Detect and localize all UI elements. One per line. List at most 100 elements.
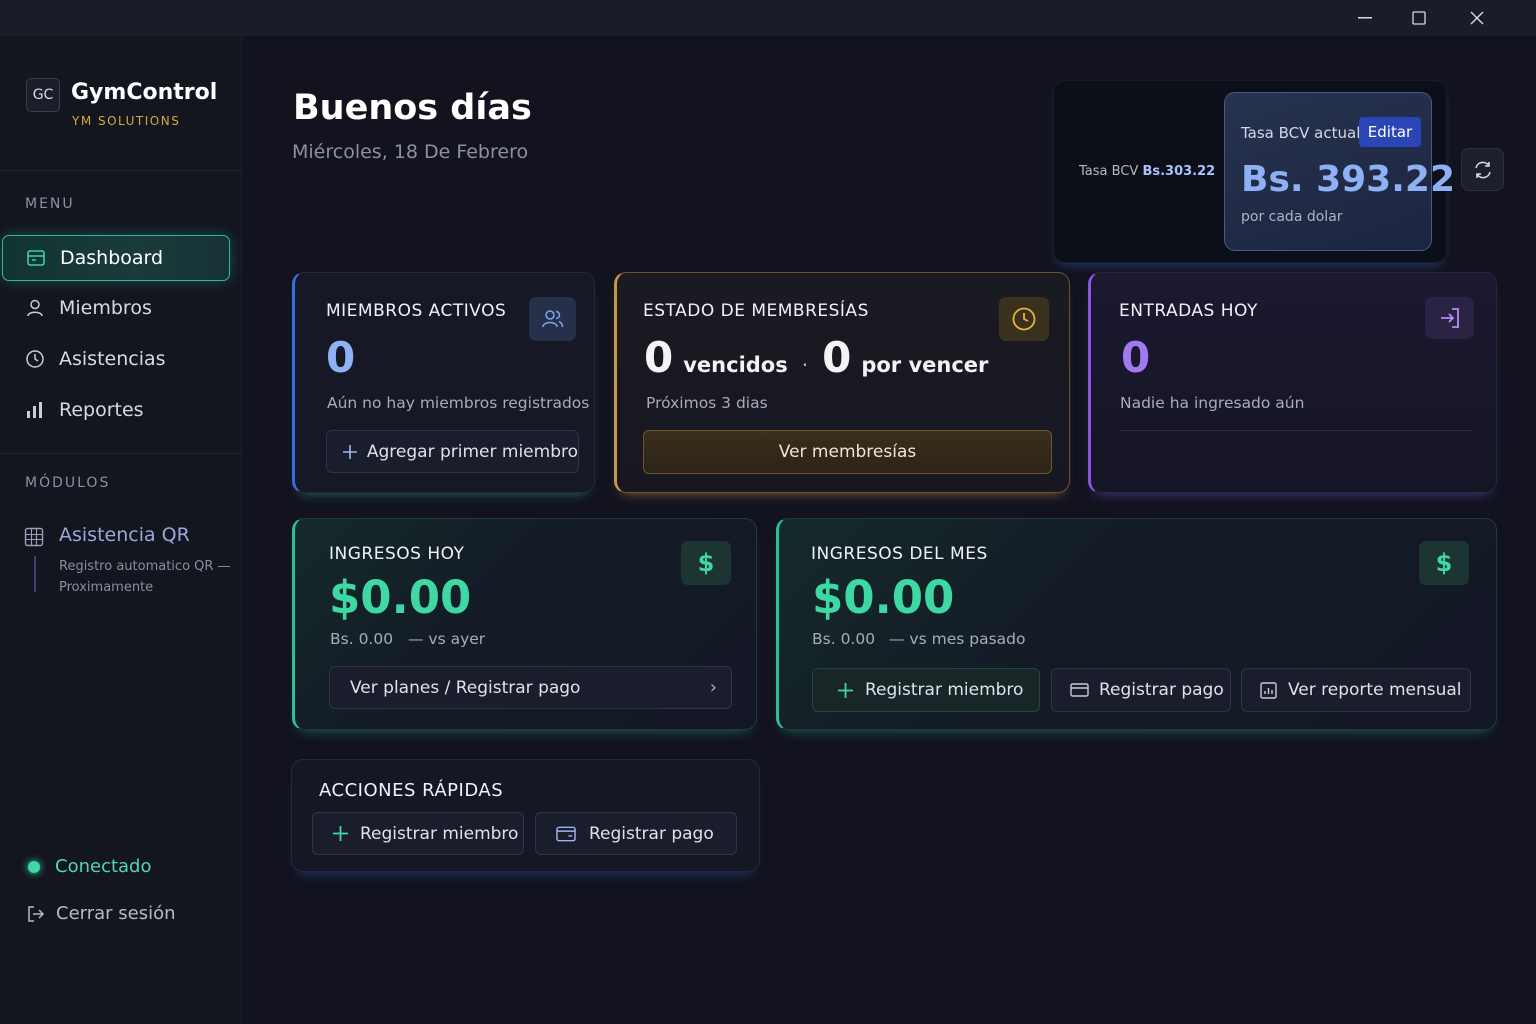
refresh-rate-button[interactable] <box>1461 148 1504 191</box>
sidebar-item-label: Dashboard <box>60 247 164 269</box>
company-name: YM SOLUTIONS <box>72 114 181 128</box>
expiring-label: por vencer <box>861 353 989 377</box>
sidebar-item-label: Miembros <box>59 297 152 319</box>
membership-status-card: ESTADO DE MEMBRESÍAS 0 vencidos · 0 por … <box>614 272 1070 493</box>
users-icon <box>529 297 576 341</box>
view-memberships-button[interactable]: Ver membresías <box>643 430 1052 474</box>
separator-dot: · <box>801 353 809 377</box>
button-label: Ver planes / Registrar pago <box>350 677 581 698</box>
rate-summary-value: Bs.303.22 <box>1142 164 1216 179</box>
module-accent-bar <box>34 556 36 592</box>
rate-summary-label: Tasa BCV <box>1079 164 1139 179</box>
card-title: ACCIONES RÁPIDAS <box>319 780 504 801</box>
view-monthly-report-button[interactable]: Ver reporte mensual <box>1241 668 1471 712</box>
button-label: Registrar miembro <box>360 823 519 844</box>
income-today-bs: Bs. 0.00 <box>330 630 394 648</box>
status-dot-icon <box>28 860 40 873</box>
card-subtitle: Próximos 3 dias <box>646 394 768 412</box>
close-button[interactable] <box>1448 0 1506 36</box>
income-month-value: $0.00 <box>812 571 955 624</box>
bar-chart-icon <box>24 399 46 421</box>
card-title: ESTADO DE MEMBRESÍAS <box>643 301 869 321</box>
credit-card-icon <box>1069 680 1089 700</box>
report-icon <box>1258 680 1278 700</box>
module-title: Asistencia QR <box>59 524 190 546</box>
user-icon <box>24 297 46 319</box>
button-label: Registrar pago <box>1099 680 1224 700</box>
sidebar-item-label: Asistencias <box>59 348 166 370</box>
expiring-count: 0 <box>822 333 852 382</box>
sidebar: GC GymControl YM SOLUTIONS MENU Dashboar… <box>0 36 242 1024</box>
minimize-icon <box>1358 17 1372 19</box>
entries-count: 0 <box>1121 333 1151 382</box>
button-label: Agregar primer miembro <box>366 441 578 462</box>
logout-label: Cerrar sesión <box>56 903 176 924</box>
register-payment-button[interactable]: Registrar pago <box>1051 668 1231 712</box>
modules-section-label: MÓDULOS <box>25 475 111 491</box>
active-members-card: MIEMBROS ACTIVOS 0 Aún no hay miembros r… <box>292 272 595 493</box>
logout-button[interactable]: Cerrar sesión <box>26 903 176 924</box>
logout-icon <box>26 904 46 924</box>
sidebar-item-label: Reportes <box>59 399 144 421</box>
plus-icon <box>341 442 359 462</box>
income-month-compare: — vs mes pasado <box>889 630 1026 648</box>
wallet-icon <box>556 824 576 844</box>
sidebar-item-reportes[interactable]: Reportes <box>2 387 230 433</box>
quick-actions-card: ACCIONES RÁPIDAS Registrar miembro Regis… <box>291 759 760 872</box>
connection-status: Conectado <box>28 856 152 877</box>
sidebar-item-asistencias[interactable]: Asistencias <box>2 336 230 382</box>
add-first-member-button[interactable]: Agregar primer miembro <box>326 430 579 473</box>
logo-badge: GC <box>26 78 60 112</box>
card-title: MIEMBROS ACTIVOS <box>326 301 507 321</box>
register-member-button[interactable]: Registrar miembro <box>812 668 1040 712</box>
income-month-bs: Bs. 0.00 <box>812 630 876 648</box>
button-label: Ver reporte mensual <box>1288 680 1462 700</box>
card-subtitle: Aún no hay miembros registrados <box>327 394 590 412</box>
active-members-count: 0 <box>326 333 356 382</box>
card-title: INGRESOS HOY <box>329 544 465 564</box>
chevron-right-icon: › <box>709 677 717 698</box>
status-label: Conectado <box>55 856 152 877</box>
close-icon <box>1470 11 1484 25</box>
sidebar-divider <box>0 453 242 454</box>
rate-card-label: Tasa BCV actual <box>1241 124 1361 142</box>
menu-section-label: MENU <box>25 196 75 212</box>
quick-register-member-button[interactable]: Registrar miembro <box>312 812 524 855</box>
plus-icon <box>835 680 855 700</box>
card-title: ENTRADAS HOY <box>1119 301 1258 321</box>
page-title: Buenos días <box>293 88 532 128</box>
income-today-compare: — vs ayer <box>408 630 486 648</box>
quick-register-payment-button[interactable]: Registrar pago <box>535 812 737 855</box>
income-month-card: INGRESOS DEL MES $ $0.00 Bs. 0.00 — vs m… <box>776 518 1497 730</box>
view-plans-register-payment-button[interactable]: Ver planes / Registrar pago › <box>329 666 732 709</box>
expired-label: vencidos <box>683 353 788 377</box>
dashboard-icon <box>25 247 47 269</box>
rate-caption: por cada dolar <box>1241 209 1343 225</box>
income-today-card: INGRESOS HOY $ $0.00 Bs. 0.00 — vs ayer … <box>292 518 757 730</box>
app-name: GymControl <box>71 80 218 105</box>
rate-card: Tasa BCV actual Editar Bs. 393.22 por ca… <box>1224 92 1455 251</box>
button-label: Registrar pago <box>589 823 714 844</box>
edit-rate-button[interactable]: Editar <box>1359 117 1421 147</box>
login-icon <box>1425 297 1474 339</box>
rate-value: Bs. 393.22 <box>1241 159 1455 200</box>
rate-summary: Tasa BCV Bs.303.22 <box>1079 164 1215 179</box>
dollar-icon: $ <box>1419 541 1469 585</box>
maximize-icon <box>1412 11 1426 25</box>
card-title: INGRESOS DEL MES <box>811 544 988 564</box>
maximize-button[interactable] <box>1390 0 1448 36</box>
card-divider <box>1120 430 1472 431</box>
income-today-value: $0.00 <box>329 571 472 624</box>
title-bar <box>0 0 1536 36</box>
module-description: Registro automatico QR — Proximamente <box>59 559 231 595</box>
sidebar-item-miembros[interactable]: Miembros <box>2 285 230 331</box>
dollar-icon: $ <box>681 541 731 585</box>
entries-today-card: ENTRADAS HOY 0 Nadie ha ingresado aún <box>1088 272 1497 493</box>
clock-icon <box>24 348 46 370</box>
current-date: Miércoles, 18 De Febrero <box>292 141 529 163</box>
button-label: Registrar miembro <box>865 680 1024 700</box>
clock-icon <box>999 297 1049 341</box>
card-subtitle: Nadie ha ingresado aún <box>1120 394 1305 412</box>
sidebar-item-dashboard[interactable]: Dashboard <box>2 235 230 281</box>
minimize-button[interactable] <box>1336 0 1394 36</box>
